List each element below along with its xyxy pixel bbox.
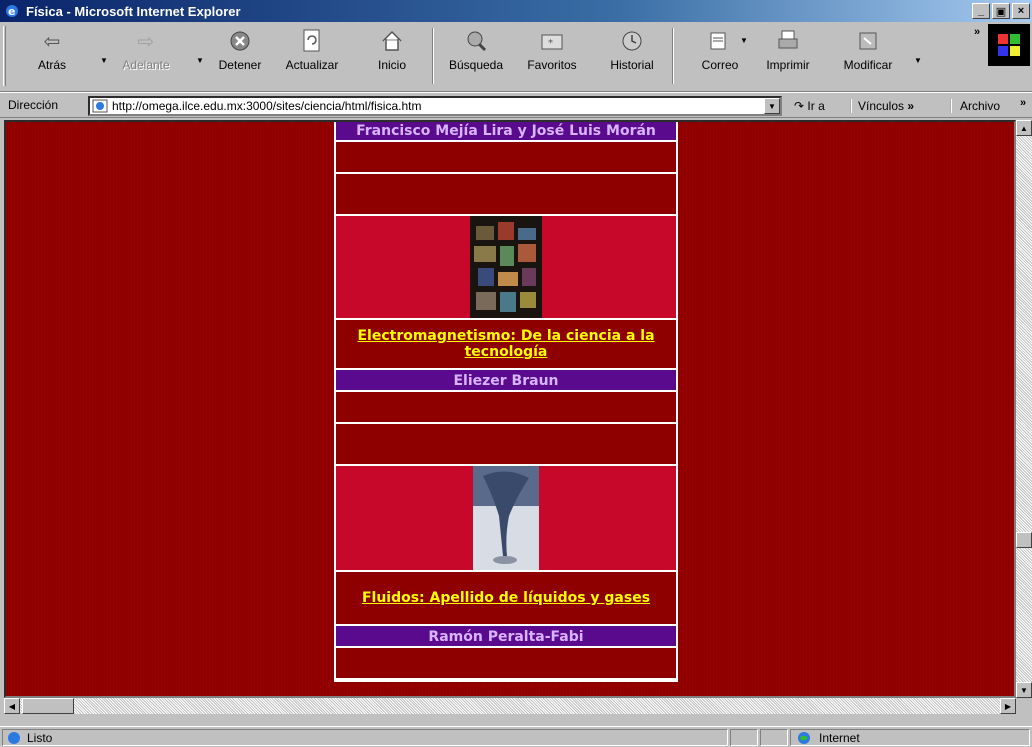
status-pane [760,729,788,746]
stop-icon [227,28,253,54]
svg-text:e: e [8,5,15,18]
mail-icon [707,28,733,54]
internet-globe-icon [798,731,810,744]
refresh-button[interactable]: Actualizar [282,28,342,72]
address-url: http://omega.ilce.edu.mx:3000/sites/cien… [112,99,422,113]
scroll-up-button[interactable]: ▲ [1016,120,1032,136]
scroll-right-button[interactable]: ▶ [1000,698,1016,714]
toolbar-separator [672,28,674,84]
history-button[interactable]: Historial [602,28,662,72]
refresh-icon [299,28,325,54]
ie-page-icon [92,99,108,113]
mail-button[interactable]: Correo [690,28,750,72]
fluids-cover-image[interactable] [473,466,539,570]
history-clock-icon [619,28,645,54]
zone-text: Internet [819,730,860,745]
back-dropdown-icon[interactable]: ▼ [100,56,108,65]
book-cover-cell [336,216,676,320]
book-author: Francisco Mejía Lira y José Luis Morán [336,122,676,142]
edit-dropdown-icon[interactable]: ▼ [914,56,922,65]
status-text: Listo [27,730,53,745]
search-button[interactable]: Búsqueda [446,28,506,72]
svg-text:*: * [548,38,553,49]
home-icon [379,28,405,54]
links-chevron-icon: » [907,99,915,113]
security-zone-pane: Internet [790,729,1030,746]
book-author: Ramón Peralta-Fabi [336,626,676,648]
title-bar: e Física - Microsoft Internet Explorer _… [0,0,1032,22]
blank-cell [336,424,676,466]
vertical-scrollbar[interactable]: ▲ ▼ [1016,120,1032,698]
search-globe-icon [463,28,489,54]
favorites-folder-icon: * [539,28,565,54]
forward-dropdown-icon[interactable]: ▼ [196,56,204,65]
address-input[interactable]: http://omega.ilce.edu.mx:3000/sites/cien… [88,96,782,116]
horizontal-scrollbar[interactable]: ◀ ▶ [4,698,1016,714]
forward-button[interactable]: ⇨ Adelante [116,28,176,73]
toolbar-more-chevron-icon[interactable]: » [974,26,980,38]
edit-icon [855,28,881,54]
page-viewport: Francisco Mejía Lira y José Luis Morán E… [4,120,1016,698]
status-main-pane: Listo [2,729,728,746]
blank-cell [336,142,676,174]
blank-cell [336,392,676,424]
stop-button[interactable]: Detener [210,28,270,72]
maximize-button[interactable]: ▣ [992,3,1010,19]
forward-arrow-icon: ⇨ [137,30,155,53]
file-menu[interactable]: Archivo [950,99,1000,113]
status-pane [730,729,758,746]
back-button[interactable]: ⇦ Atrás [22,28,82,73]
go-arrow-icon: ↷ [794,99,805,113]
window-title: Física - Microsoft Internet Explorer [26,3,241,19]
toolbar-grip[interactable] [3,26,6,86]
address-label: Dirección [8,98,59,112]
minimize-button[interactable]: _ [972,3,990,19]
horizontal-scroll-thumb[interactable] [22,698,74,714]
blank-cell [336,648,676,680]
go-button[interactable]: ↷ Ir a [794,99,825,113]
mail-dropdown-icon[interactable]: ▼ [740,36,748,45]
book-table: Francisco Mejía Lira y José Luis Morán E… [334,122,678,682]
print-button[interactable]: Imprimir [758,28,818,72]
edit-button[interactable]: Modificar [838,28,898,72]
favorites-button[interactable]: * Favoritos [522,28,582,72]
windows-flag-icon [998,34,1020,56]
back-arrow-icon: ⇦ [43,30,61,53]
scroll-down-button[interactable]: ▼ [1016,682,1032,698]
address-bar: Dirección http://omega.ilce.edu.mx:3000/… [0,92,1032,118]
ie-logo-icon: e [6,5,18,18]
links-button[interactable]: Vínculos » [850,99,914,113]
standard-toolbar: ⇦ Atrás ▼ ⇨ Adelante ▼ Detener Actualiza… [0,22,1032,92]
blank-cell [336,174,676,216]
vertical-scroll-thumb[interactable] [1016,532,1032,548]
toolbar-separator [432,28,434,84]
printer-icon [775,28,801,54]
electromagnetism-cover-image[interactable] [470,216,542,318]
scroll-left-button[interactable]: ◀ [4,698,20,714]
book-title-link[interactable]: Electromagnetismo: De la ciencia a la te… [357,328,654,360]
ie-page-icon [8,731,20,744]
address-dropdown-icon[interactable]: ▼ [764,98,780,114]
book-title-cell: Electromagnetismo: De la ciencia a la te… [336,320,676,370]
close-button[interactable]: × [1012,3,1030,19]
status-bar: Listo Internet [0,726,1032,747]
book-title-link[interactable]: Fluidos: Apellido de líquidos y gases [362,590,650,606]
book-author: Eliezer Braun [336,370,676,392]
book-title-cell: Fluidos: Apellido de líquidos y gases [336,572,676,626]
home-button[interactable]: Inicio [362,28,422,72]
book-cover-cell [336,466,676,572]
menu-more-chevron-icon[interactable]: » [1020,97,1026,109]
windows-logo-throbber [988,24,1030,66]
